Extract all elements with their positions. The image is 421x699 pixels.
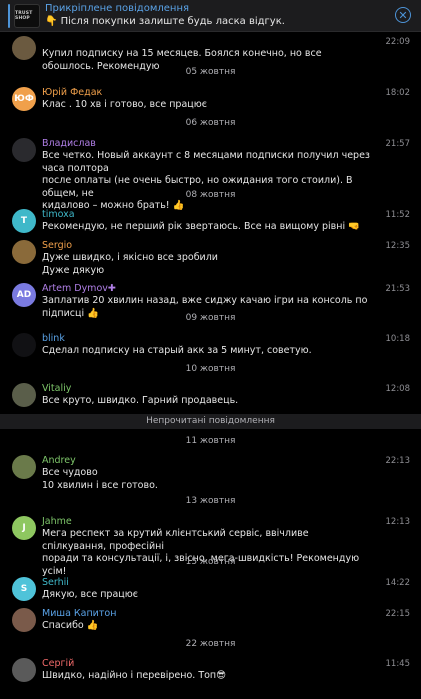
message-time: 18:02 — [385, 88, 411, 98]
unread-messages-divider: Непрочитані повідомлення — [0, 414, 421, 429]
message-time: 21:57 — [385, 139, 411, 149]
avatar[interactable] — [12, 36, 36, 60]
avatar[interactable] — [12, 240, 36, 264]
pinned-title: Прикріплене повідомлення — [45, 3, 190, 14]
avatar[interactable] — [12, 138, 36, 162]
message-text: Спасибо 👍 — [42, 620, 99, 631]
pinned-message-bar[interactable]: TRUST SHOP Прикріплене повідомлення 👇 Пі… — [0, 0, 421, 32]
avatar[interactable]: AD — [12, 283, 36, 307]
message-text: Клас . 10 хв і готово, все працює — [42, 99, 207, 110]
message-text: Все чудово 10 хвилин і все готово. — [42, 467, 158, 491]
sender-name[interactable]: Владислав — [42, 138, 96, 149]
pinned-accent-bar — [8, 4, 10, 28]
avatar[interactable]: J — [12, 516, 36, 540]
sender-name[interactable]: Jahme — [42, 516, 72, 527]
avatar[interactable] — [12, 455, 36, 479]
sender-name[interactable]: Миша Капитон — [42, 608, 116, 619]
avatar[interactable]: T — [12, 209, 36, 233]
message-text: Сделал подписку на старый акк за 5 минут… — [42, 345, 312, 356]
pinned-thumbnail: TRUST SHOP — [14, 4, 40, 28]
avatar[interactable] — [12, 383, 36, 407]
message-text: Мега респект за крутий клієнтський серві… — [42, 528, 360, 577]
sender-name[interactable]: timoxa — [42, 209, 75, 220]
date-separator: 06 жовтня — [185, 118, 236, 128]
date-separator: 05 жовтня — [185, 67, 236, 77]
avatar[interactable] — [12, 658, 36, 682]
avatar[interactable] — [12, 608, 36, 632]
date-separator: 22 жовтня — [185, 639, 236, 649]
sender-name[interactable]: Юрій Федак — [42, 87, 102, 98]
close-icon[interactable]: ✕ — [395, 7, 411, 23]
date-separator: 13 жовтня — [185, 496, 236, 506]
message-time: 21:53 — [385, 284, 411, 294]
date-separator: 11 жовтня — [185, 436, 236, 446]
avatar[interactable]: ЮФ — [12, 87, 36, 111]
sender-name[interactable]: Andrey — [42, 455, 76, 466]
pinned-text: 👇 Після покупки залиште будь ласка відгу… — [45, 16, 285, 27]
date-separator: 15 жовтня — [185, 557, 236, 567]
sender-name[interactable]: Sergio — [42, 240, 72, 251]
message-text: Рекомендую, не перший рік звертаюсь. Все… — [42, 221, 360, 232]
message-time: 11:45 — [385, 659, 411, 669]
sender-name[interactable]: Сергій — [42, 658, 74, 669]
message-time: 22:15 — [385, 609, 411, 619]
date-separator: 09 жовтня — [185, 313, 236, 323]
avatar[interactable] — [12, 333, 36, 357]
message-text: Дякую, все працює — [42, 589, 138, 600]
message-time: 12:13 — [385, 517, 411, 527]
message-time: 11:52 — [385, 210, 411, 220]
avatar[interactable]: S — [12, 577, 36, 601]
message-time: 22:13 — [385, 456, 411, 466]
sender-name[interactable]: Vitaliy — [42, 383, 71, 394]
message-time: 10:18 — [385, 334, 411, 344]
sender-name[interactable]: Serhii — [42, 577, 69, 588]
message-text: Все круто, швидко. Гарний продавець. — [42, 395, 239, 406]
message-text: Все четко. Новый аккаунт с 8 месяцами по… — [42, 150, 370, 211]
message-time: 12:35 — [385, 241, 411, 251]
message-time: 12:08 — [385, 384, 411, 394]
message-time: 22:09 — [385, 37, 411, 47]
message-text: Швидко, надійно і перевірено. Топ😎 — [42, 670, 227, 681]
message-text: Дуже швидко, і якісно все зробили Дуже д… — [42, 252, 218, 276]
date-separator: 08 жовтня — [185, 190, 236, 200]
sender-name[interactable]: blink — [42, 333, 65, 344]
date-separator: 10 жовтня — [185, 364, 236, 374]
sender-name[interactable]: Artem Dymov✚ — [42, 283, 116, 294]
message-time: 14:22 — [385, 578, 411, 588]
